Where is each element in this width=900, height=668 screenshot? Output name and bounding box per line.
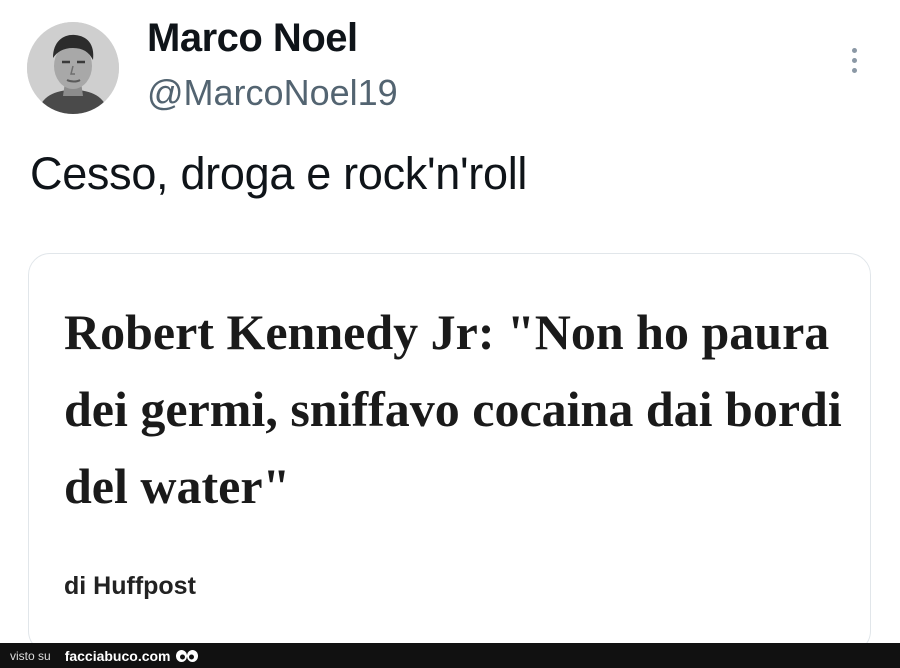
tweet-screenshot: Marco Noel @MarcoNoel19 Cesso, droga e r… bbox=[0, 0, 900, 668]
more-vertical-icon-dot bbox=[851, 67, 857, 73]
watermark-site: facciabuco.com bbox=[64, 647, 171, 664]
more-vertical-icon-dot bbox=[851, 47, 857, 53]
avatar[interactable] bbox=[27, 22, 119, 114]
profile-photo-icon bbox=[27, 22, 119, 114]
watermark-bar: visto su facciabuco.com bbox=[0, 643, 900, 668]
watermark-prefix: visto su bbox=[10, 648, 51, 663]
more-options-button[interactable] bbox=[838, 40, 870, 80]
display-name[interactable]: Marco Noel bbox=[147, 16, 358, 61]
eyes-icon bbox=[175, 649, 199, 663]
card-headline: Robert Kennedy Jr: "Non ho paura dei ger… bbox=[64, 304, 842, 514]
card-source: di Huffpost bbox=[64, 572, 196, 600]
tweet-text: Cesso, droga e rock'n'roll bbox=[30, 148, 528, 199]
more-vertical-icon-dot bbox=[851, 57, 857, 63]
link-card[interactable]: Robert Kennedy Jr: "Non ho paura dei ger… bbox=[28, 253, 871, 653]
user-handle[interactable]: @MarcoNoel19 bbox=[147, 72, 398, 114]
